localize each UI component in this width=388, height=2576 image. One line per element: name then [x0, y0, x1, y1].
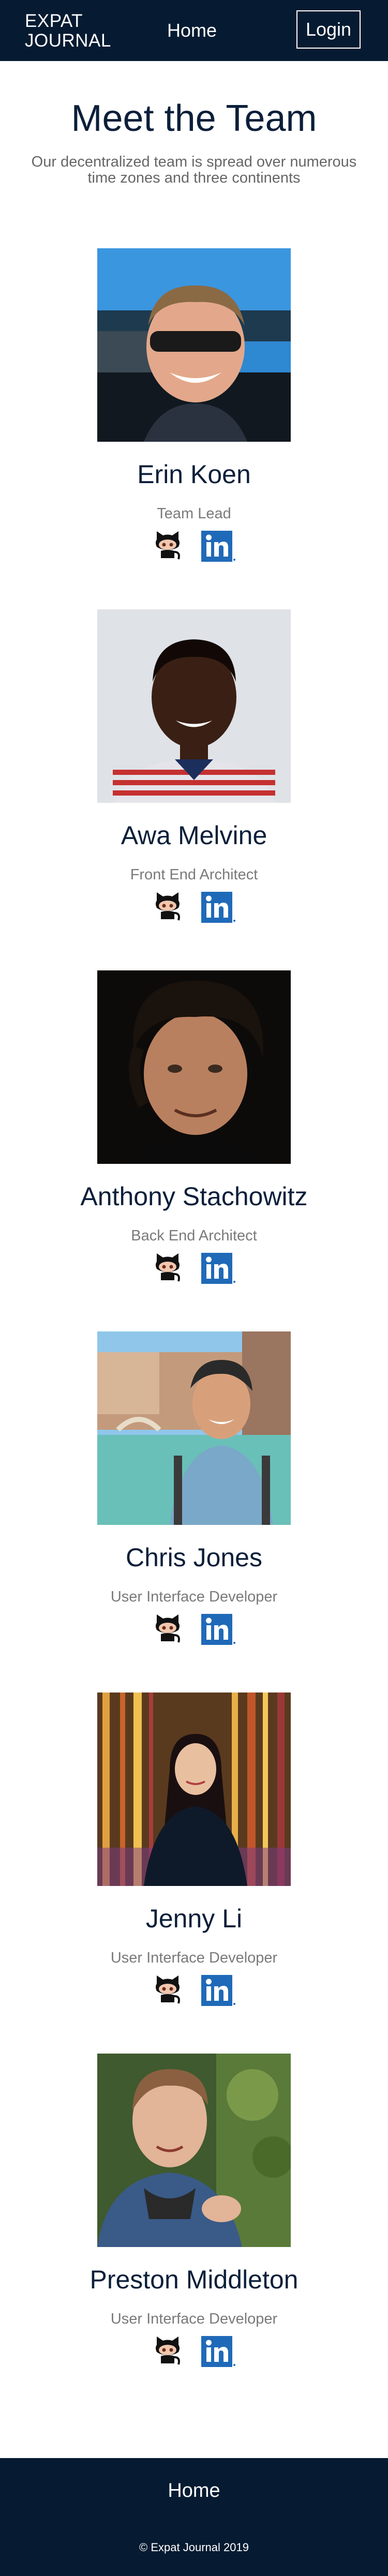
member-photo: [97, 609, 291, 803]
member-role: User Interface Developer: [110, 1589, 278, 1605]
page-title: Meet the Team: [71, 98, 317, 139]
member-role: Team Lead: [157, 505, 231, 522]
linkedin-icon[interactable]: [201, 1253, 236, 1284]
member-role: User Interface Developer: [110, 1950, 278, 1966]
member-name: Erin Koen: [137, 460, 251, 489]
linkedin-icon[interactable]: [201, 1614, 236, 1645]
github-icon[interactable]: [154, 2334, 182, 2367]
footer-home-link[interactable]: Home: [0, 2480, 388, 2502]
linkedin-icon[interactable]: [201, 2336, 236, 2367]
member-name: Preston Middleton: [89, 2265, 299, 2294]
team-member-card: Anthony Stachowitz Back End Architect: [0, 970, 388, 1332]
member-role: Front End Architect: [130, 866, 258, 883]
member-photo: [97, 1331, 291, 1525]
member-role: Back End Architect: [131, 1227, 257, 1244]
linkedin-icon[interactable]: [201, 892, 236, 923]
footer: Home © Expat Journal 2019: [0, 2458, 388, 2576]
navbar: Expat Journal Home Login: [0, 0, 388, 61]
github-icon[interactable]: [154, 890, 182, 922]
github-icon[interactable]: [154, 529, 182, 561]
linkedin-icon[interactable]: [201, 1975, 236, 2006]
team-member-card: Awa Melvine Front End Architect: [0, 609, 388, 971]
github-icon[interactable]: [154, 1251, 182, 1283]
member-photo: [97, 970, 291, 1164]
member-name: Anthony Stachowitz: [80, 1182, 308, 1211]
team-member-card: Preston Middleton User Interface Develop…: [0, 2054, 388, 2416]
team-member-card: Chris Jones User Interface Developer: [0, 1331, 388, 1694]
site-logo[interactable]: Expat Journal: [25, 11, 111, 51]
logo-line-1: Expat: [25, 11, 83, 31]
member-photo: [97, 2054, 291, 2247]
team-member-card: Jenny Li User Interface Developer: [0, 1693, 388, 2055]
member-name: Chris Jones: [126, 1543, 262, 1572]
member-photo: [97, 1693, 291, 1886]
github-icon[interactable]: [154, 1612, 182, 1644]
nav-home-link[interactable]: Home: [167, 20, 217, 41]
footer-copyright: © Expat Journal 2019: [139, 2541, 249, 2554]
member-name: Jenny Li: [145, 1904, 243, 1933]
member-photo: [97, 248, 291, 442]
page-subtitle: Our decentralized team is spread over nu…: [31, 154, 357, 186]
member-role: User Interface Developer: [110, 2311, 278, 2327]
login-button[interactable]: Login: [296, 10, 361, 49]
linkedin-icon[interactable]: [201, 531, 236, 562]
github-icon[interactable]: [154, 1973, 182, 2005]
logo-line-2: Journal: [25, 31, 111, 51]
member-name: Awa Melvine: [121, 821, 267, 850]
team-member-card: Erin Koen Team Lead: [0, 248, 388, 610]
